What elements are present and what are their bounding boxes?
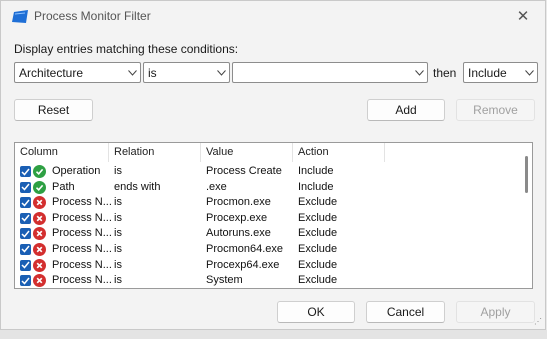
checkbox-checked-icon[interactable] xyxy=(20,197,31,209)
relation-dropdown[interactable]: is xyxy=(143,62,230,83)
title-bar: Process Monitor Filter ✕ xyxy=(1,1,545,31)
reset-button[interactable]: Reset xyxy=(14,99,93,121)
column-dropdown-value: Architecture xyxy=(19,65,84,80)
close-icon: ✕ xyxy=(516,8,530,25)
cell-action: Exclude xyxy=(298,274,338,287)
cell-action: Exclude xyxy=(298,227,338,240)
x-circle-icon xyxy=(33,242,46,256)
cell-relation: is xyxy=(114,227,122,240)
apply-button[interactable]: Apply xyxy=(456,301,535,323)
cancel-button[interactable]: Cancel xyxy=(366,301,445,323)
table-row[interactable]: Process N... is System Exclude xyxy=(15,273,532,288)
table-row[interactable]: Process N... is Procmon.exe Exclude xyxy=(15,195,532,211)
cell-action: Include xyxy=(298,180,334,193)
list-scrollbar[interactable] xyxy=(525,156,528,193)
cell-value: Procmon64.exe xyxy=(206,242,284,255)
header-value[interactable]: Value xyxy=(201,143,293,162)
conditions-prompt: Display entries matching these condition… xyxy=(14,42,239,56)
cell-column: Process N... xyxy=(52,211,112,224)
resize-grip-icon[interactable]: ⋰ xyxy=(534,317,542,326)
header-relation[interactable]: Relation xyxy=(109,143,201,162)
header-column[interactable]: Column xyxy=(15,143,109,162)
list-header: Column Relation Value Action xyxy=(15,143,532,162)
checkbox-checked-icon[interactable] xyxy=(20,212,31,224)
process-monitor-icon xyxy=(12,10,28,23)
cell-action: Exclude xyxy=(298,211,338,224)
chevron-down-icon xyxy=(124,63,140,82)
cell-relation: is xyxy=(114,258,122,271)
checkbox-checked-icon[interactable] xyxy=(20,181,31,193)
cell-column: Process N... xyxy=(52,196,112,209)
close-button[interactable]: ✕ xyxy=(501,1,545,31)
x-circle-icon xyxy=(33,211,46,225)
cell-action: Exclude xyxy=(298,196,338,209)
add-button[interactable]: Add xyxy=(367,99,445,121)
cell-value: Procexp64.exe xyxy=(206,258,280,271)
action-dropdown[interactable]: Include xyxy=(463,62,538,83)
cell-action: Exclude xyxy=(298,258,338,271)
ok-button[interactable]: OK xyxy=(277,301,355,323)
relation-dropdown-value: is xyxy=(148,65,157,80)
table-row[interactable]: Process N... is Procexp64.exe Exclude xyxy=(15,258,532,274)
cell-relation: is xyxy=(114,242,122,255)
table-row[interactable]: Process N... is Procexp.exe Exclude xyxy=(15,211,532,227)
table-row[interactable]: Process N... is Procmon64.exe Exclude xyxy=(15,242,532,258)
cell-value: System xyxy=(206,274,243,287)
chevron-down-icon xyxy=(521,63,537,82)
filter-dialog: Process Monitor Filter ✕ Display entries… xyxy=(0,0,546,330)
cell-value: .exe xyxy=(206,180,227,193)
cell-column: Path xyxy=(52,180,75,193)
filter-list[interactable]: Column Relation Value Action Operation is… xyxy=(14,142,533,289)
filter-rows: Operation is Process Create Include Path ends… xyxy=(15,164,532,288)
checkbox-checked-icon[interactable] xyxy=(20,243,31,255)
then-label: then xyxy=(433,66,457,80)
x-circle-icon xyxy=(33,258,46,272)
cell-column: Process N... xyxy=(52,258,112,271)
checkbox-checked-icon[interactable] xyxy=(20,166,31,177)
cell-column: Operation xyxy=(52,165,101,177)
header-action[interactable]: Action xyxy=(293,143,385,162)
cell-relation: is xyxy=(114,196,122,209)
check-circle-icon xyxy=(33,165,46,178)
x-circle-icon xyxy=(33,196,46,210)
checkbox-checked-icon[interactable] xyxy=(20,275,31,287)
cell-column: Process N... xyxy=(52,242,112,255)
cell-value: Procmon.exe xyxy=(206,196,271,209)
cell-column: Process N... xyxy=(52,274,112,287)
cell-value: Autoruns.exe xyxy=(206,227,271,240)
cell-relation: is xyxy=(114,211,122,224)
chevron-down-icon xyxy=(213,63,229,82)
x-circle-icon xyxy=(33,274,46,288)
cell-relation: ends with xyxy=(114,180,161,193)
table-row[interactable]: Path ends with .exe Include xyxy=(15,180,532,196)
cell-column: Process N... xyxy=(52,227,112,240)
action-dropdown-value: Include xyxy=(468,65,507,80)
value-combobox[interactable] xyxy=(232,62,428,83)
checkbox-checked-icon[interactable] xyxy=(20,228,31,240)
x-circle-icon xyxy=(33,227,46,241)
table-row[interactable]: Process N... is Autoruns.exe Exclude xyxy=(15,226,532,242)
cell-relation: is xyxy=(114,274,122,287)
remove-button[interactable]: Remove xyxy=(456,99,535,121)
checkbox-checked-icon[interactable] xyxy=(20,259,31,271)
cell-action: Include xyxy=(298,165,334,177)
cell-action: Exclude xyxy=(298,242,338,255)
cell-value: Procexp.exe xyxy=(206,211,268,224)
window-title: Process Monitor Filter xyxy=(34,9,151,23)
check-circle-icon xyxy=(33,180,46,194)
column-dropdown[interactable]: Architecture xyxy=(14,62,141,83)
chevron-down-icon xyxy=(411,63,427,82)
background-window-strip xyxy=(0,330,547,339)
table-row[interactable]: Operation is Process Create Include xyxy=(15,164,532,180)
cell-value: Process Create xyxy=(206,165,282,177)
cell-relation: is xyxy=(114,165,122,177)
